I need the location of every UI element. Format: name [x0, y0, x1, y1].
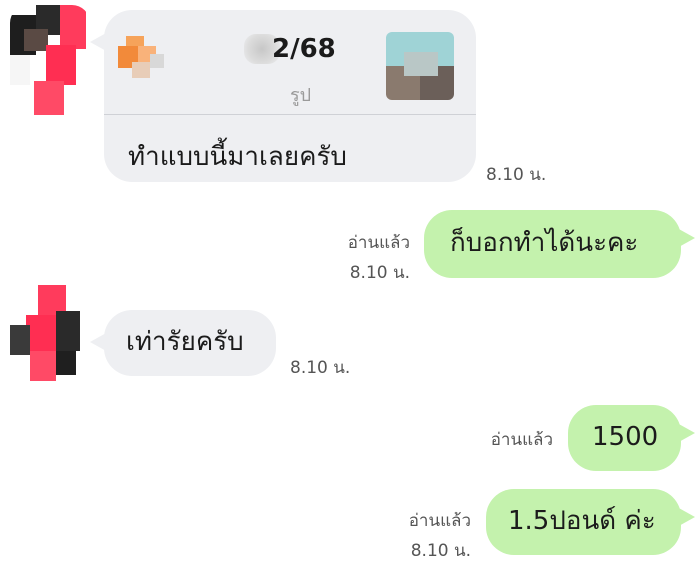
message-timestamp: 8.10 น. — [486, 165, 547, 185]
message-text: 1.5ปอนด์ ค่ะ — [508, 506, 656, 536]
message-text: เท่ารัยครับ — [126, 327, 244, 357]
message-bubble-outgoing[interactable]: ก็บอกทำได้นะคะ — [424, 210, 695, 278]
reply-divider — [104, 114, 476, 115]
message-text: ก็บอกทำได้นะคะ — [450, 228, 639, 258]
bubble-tail — [677, 507, 695, 527]
read-status: อ่านแล้ว — [347, 233, 410, 253]
bubble-tail — [677, 228, 695, 248]
message-text: 1500 — [592, 422, 659, 452]
reply-date: 2/68 — [272, 34, 336, 64]
message-timestamp: 8.10 น. — [290, 358, 351, 378]
reply-type-label: รูป — [290, 85, 312, 106]
message-text: ทำแบบนี้มาเลยครับ — [128, 142, 347, 172]
message-bubble-outgoing[interactable]: 1500 — [568, 405, 695, 471]
read-status: อ่านแล้ว — [408, 511, 471, 531]
image-thumbnail-icon[interactable] — [386, 32, 454, 100]
sender-avatar[interactable] — [10, 5, 90, 115]
sender-avatar[interactable] — [10, 285, 90, 395]
message-timestamp: 8.10 น. — [349, 263, 410, 283]
message-bubble-incoming[interactable]: 2/68 รูป ทำแบบนี้มาเลยครับ — [90, 10, 476, 182]
read-status: อ่านแล้ว — [490, 430, 553, 450]
message-bubble-outgoing[interactable]: 1.5ปอนด์ ค่ะ — [486, 489, 695, 555]
message-bubble-incoming[interactable]: เท่ารัยครับ — [90, 310, 276, 376]
reply-preview[interactable]: 2/68 รูป — [104, 10, 476, 114]
message-timestamp: 8.10 น. — [410, 541, 471, 561]
user-avatar-icon — [118, 32, 168, 82]
bubble-tail — [677, 423, 695, 443]
bubble-tail — [90, 332, 108, 352]
